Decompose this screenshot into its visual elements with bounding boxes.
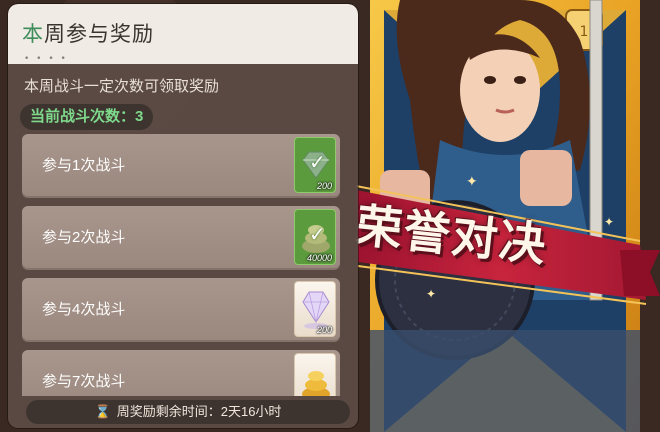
event-screen: 1 ✦ ✦ ✦ 荣誉对决 本周参与奖励 • • • • 本周战斗一定次数可领取奖… bbox=[0, 0, 660, 432]
reward-row-label: 参与2次战斗 bbox=[42, 229, 126, 246]
svg-text:✦: ✦ bbox=[426, 287, 436, 301]
claimed-check-icon: ✓ bbox=[309, 222, 326, 246]
reward-row-4-battles[interactable]: 参与4次战斗 200 bbox=[22, 278, 352, 342]
svg-text:1: 1 bbox=[580, 24, 589, 40]
panel-header: 本周参与奖励 • • • • bbox=[8, 4, 358, 64]
reward-timer-text: 周奖励剩余时间：2天16小时 bbox=[116, 404, 282, 419]
hourglass-icon: ⌛ bbox=[94, 404, 111, 419]
svg-text:✦: ✦ bbox=[466, 174, 478, 190]
reward-item-coin-pile[interactable]: ✓ 40000 bbox=[294, 209, 336, 265]
reward-row-label: 参与1次战斗 bbox=[42, 157, 126, 174]
panel-title: 本周参与奖励 bbox=[22, 18, 154, 48]
reward-row-label: 参与4次战斗 bbox=[42, 301, 126, 318]
reward-row-7-battles[interactable]: 参与7次战斗 bbox=[22, 350, 352, 396]
reward-row-label: 参与7次战斗 bbox=[42, 373, 126, 390]
claimed-check-icon: ✓ bbox=[309, 150, 326, 174]
reward-timer-bar: ⌛ 周奖励剩余时间：2天16小时 bbox=[26, 400, 350, 424]
reward-amount: 40000 bbox=[306, 253, 332, 263]
reward-row-1-battle[interactable]: 参与1次战斗 ✓ 200 bbox=[22, 134, 352, 198]
battle-count-badge: 当前战斗次数：3 bbox=[20, 104, 154, 130]
reward-row-2-battles[interactable]: 参与2次战斗 ✓ 40000 bbox=[22, 206, 352, 270]
reward-amount: 200 bbox=[316, 325, 332, 335]
reward-item-crystal-gem[interactable]: 200 bbox=[294, 281, 336, 337]
reward-item-gold-coins[interactable] bbox=[294, 353, 336, 396]
reward-list[interactable]: 参与1次战斗 ✓ 200 参与2次战斗 ✓ 40000 参与4次战斗 200 参… bbox=[22, 134, 352, 396]
panel-description: 本周战斗一定次数可领取奖励 bbox=[24, 78, 220, 95]
gold-coins-icon bbox=[302, 371, 330, 396]
reward-item-green-gem[interactable]: ✓ 200 bbox=[294, 137, 336, 193]
panel-title-accent: 本 bbox=[22, 23, 44, 46]
panel-title-rest: 周参与奖励 bbox=[44, 23, 154, 46]
title-dots: • • • • bbox=[24, 54, 68, 64]
svg-text:✦: ✦ bbox=[604, 215, 614, 229]
weekly-reward-panel: 本周参与奖励 • • • • 本周战斗一定次数可领取奖励 当前战斗次数：3 参与… bbox=[8, 4, 358, 428]
reward-amount: 200 bbox=[316, 181, 332, 191]
